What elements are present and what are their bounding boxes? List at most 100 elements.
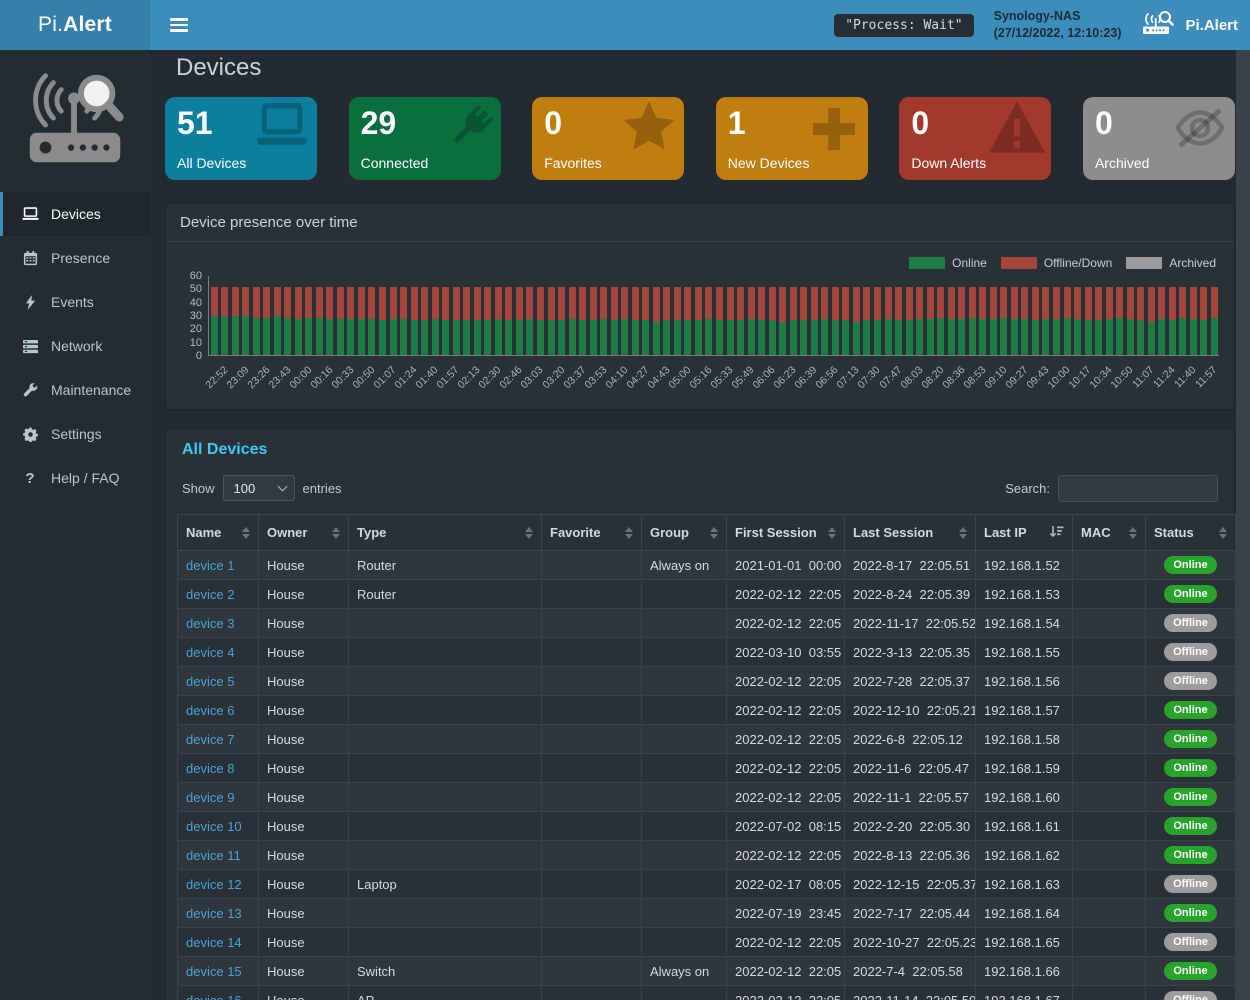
search-input[interactable]	[1058, 475, 1218, 502]
device-link[interactable]: device 1	[186, 558, 234, 573]
cell-type	[349, 638, 542, 667]
entries-select[interactable]: 100	[223, 475, 295, 501]
cell-status: Online	[1146, 957, 1236, 986]
cell-last-session: 2022-8-24 22:05.39	[845, 580, 976, 609]
legend-offline[interactable]: Offline/Down	[1001, 256, 1112, 270]
table-row: device 7House2022-02-12 22:052022-6-8 22…	[178, 725, 1236, 754]
column-header-mac[interactable]: MAC	[1073, 515, 1146, 551]
column-header-first-session[interactable]: First Session	[727, 515, 845, 551]
sidebar-item-settings[interactable]: Settings	[0, 412, 150, 456]
pialert-logo	[0, 50, 150, 192]
cell-mac	[1073, 841, 1146, 870]
device-link[interactable]: device 11	[186, 848, 241, 863]
cell-favorite	[542, 754, 642, 783]
cell-last-ip: 192.168.1.64	[976, 899, 1073, 928]
card-archived[interactable]: 0 Archived	[1083, 97, 1235, 180]
column-header-status[interactable]: Status	[1146, 515, 1236, 551]
device-link[interactable]: device 10	[186, 819, 242, 834]
device-link[interactable]: device 2	[186, 587, 234, 602]
cell-owner: House	[259, 899, 349, 928]
device-link[interactable]: device 16	[186, 993, 242, 1000]
cell-type: AP	[349, 986, 542, 1000]
cell-name: device 2	[178, 580, 259, 609]
cell-type: Router	[349, 551, 542, 580]
device-link[interactable]: device 6	[186, 703, 234, 718]
device-link[interactable]: device 7	[186, 732, 234, 747]
card-connected[interactable]: 29 Connected	[349, 97, 501, 180]
chart-bar	[558, 287, 565, 355]
device-link[interactable]: device 4	[186, 645, 234, 660]
device-link[interactable]: device 15	[186, 964, 242, 979]
device-link[interactable]: device 9	[186, 790, 234, 805]
legend-label: Archived	[1169, 256, 1216, 270]
chart-bar	[548, 287, 555, 355]
table-row: device 15HouseSwitchAlways on2022-02-12 …	[178, 957, 1236, 986]
cell-mac	[1073, 667, 1146, 696]
column-header-type[interactable]: Type	[349, 515, 542, 551]
page-title: Devices	[176, 54, 261, 82]
column-header-favorite[interactable]: Favorite	[542, 515, 642, 551]
device-link[interactable]: device 8	[186, 761, 234, 776]
page-scrollbar[interactable]	[1236, 50, 1250, 1000]
sort-both-icon	[828, 527, 836, 539]
cell-owner: House	[259, 841, 349, 870]
cell-first-session: 2021-01-01 00:00	[727, 551, 845, 580]
legend-archived[interactable]: Archived	[1126, 256, 1216, 270]
nav-app-brand[interactable]: Pi.Alert	[1141, 10, 1238, 40]
column-header-last-ip[interactable]: Last IP	[976, 515, 1073, 551]
sidebar-item-label: Network	[51, 338, 102, 354]
legend-label: Online	[952, 256, 987, 270]
device-link[interactable]: device 13	[186, 906, 242, 921]
device-link[interactable]: device 3	[186, 616, 234, 631]
cell-type	[349, 667, 542, 696]
chart-bar	[421, 287, 428, 355]
sidebar-item-presence[interactable]: Presence	[0, 236, 150, 280]
cell-last-ip: 192.168.1.62	[976, 841, 1073, 870]
card-all-devices[interactable]: 51 All Devices	[165, 97, 317, 180]
column-header-last-session[interactable]: Last Session	[845, 515, 976, 551]
card-new-devices[interactable]: 1 New Devices	[716, 97, 868, 180]
chart-bar	[284, 287, 291, 355]
cell-last-ip: 192.168.1.60	[976, 783, 1073, 812]
chart-bar	[1190, 287, 1197, 355]
brand-logo[interactable]: Pi.Alert	[0, 0, 150, 50]
cell-mac	[1073, 638, 1146, 667]
cell-group	[642, 899, 727, 928]
legend-swatch-online	[909, 257, 945, 269]
status-badge: Offline	[1164, 672, 1217, 690]
cell-mac	[1073, 783, 1146, 812]
cell-name: device 4	[178, 638, 259, 667]
table-row: device 11House2022-02-12 22:052022-8-13 …	[178, 841, 1236, 870]
cell-favorite	[542, 783, 642, 812]
cell-name: device 11	[178, 841, 259, 870]
sidebar-item-network[interactable]: Network	[0, 324, 150, 368]
card-favorites[interactable]: 0 Favorites	[532, 97, 684, 180]
column-header-group[interactable]: Group	[642, 515, 727, 551]
presence-chart-panel: Device presence over time Online Offline…	[165, 203, 1235, 410]
card-value: 51	[177, 106, 305, 141]
cell-favorite	[542, 725, 642, 754]
entries-label: entries	[303, 481, 342, 496]
cell-owner: House	[259, 551, 349, 580]
hamburger-menu-icon[interactable]	[166, 12, 192, 38]
device-link[interactable]: device 14	[186, 935, 242, 950]
cell-group	[642, 696, 727, 725]
device-link[interactable]: device 12	[186, 877, 242, 892]
chart-title: Device presence over time	[166, 204, 1234, 242]
cell-status: Offline	[1146, 928, 1236, 957]
cell-first-session: 2022-07-19 23:45	[727, 899, 845, 928]
cell-name: device 10	[178, 812, 259, 841]
sidebar-item-events[interactable]: Events	[0, 280, 150, 324]
device-link[interactable]: device 5	[186, 674, 234, 689]
sidebar-item-maintenance[interactable]: Maintenance	[0, 368, 150, 412]
card-down-alerts[interactable]: 0 Down Alerts	[899, 97, 1051, 180]
cell-favorite	[542, 609, 642, 638]
sidebar-item-help[interactable]: ? Help / FAQ	[0, 456, 150, 500]
chart-bar	[948, 287, 955, 355]
legend-online[interactable]: Online	[909, 256, 987, 270]
column-header-name[interactable]: Name	[178, 515, 259, 551]
sidebar-item-devices[interactable]: Devices	[0, 192, 150, 236]
cell-favorite	[542, 841, 642, 870]
column-header-owner[interactable]: Owner	[259, 515, 349, 551]
cell-name: device 14	[178, 928, 259, 957]
